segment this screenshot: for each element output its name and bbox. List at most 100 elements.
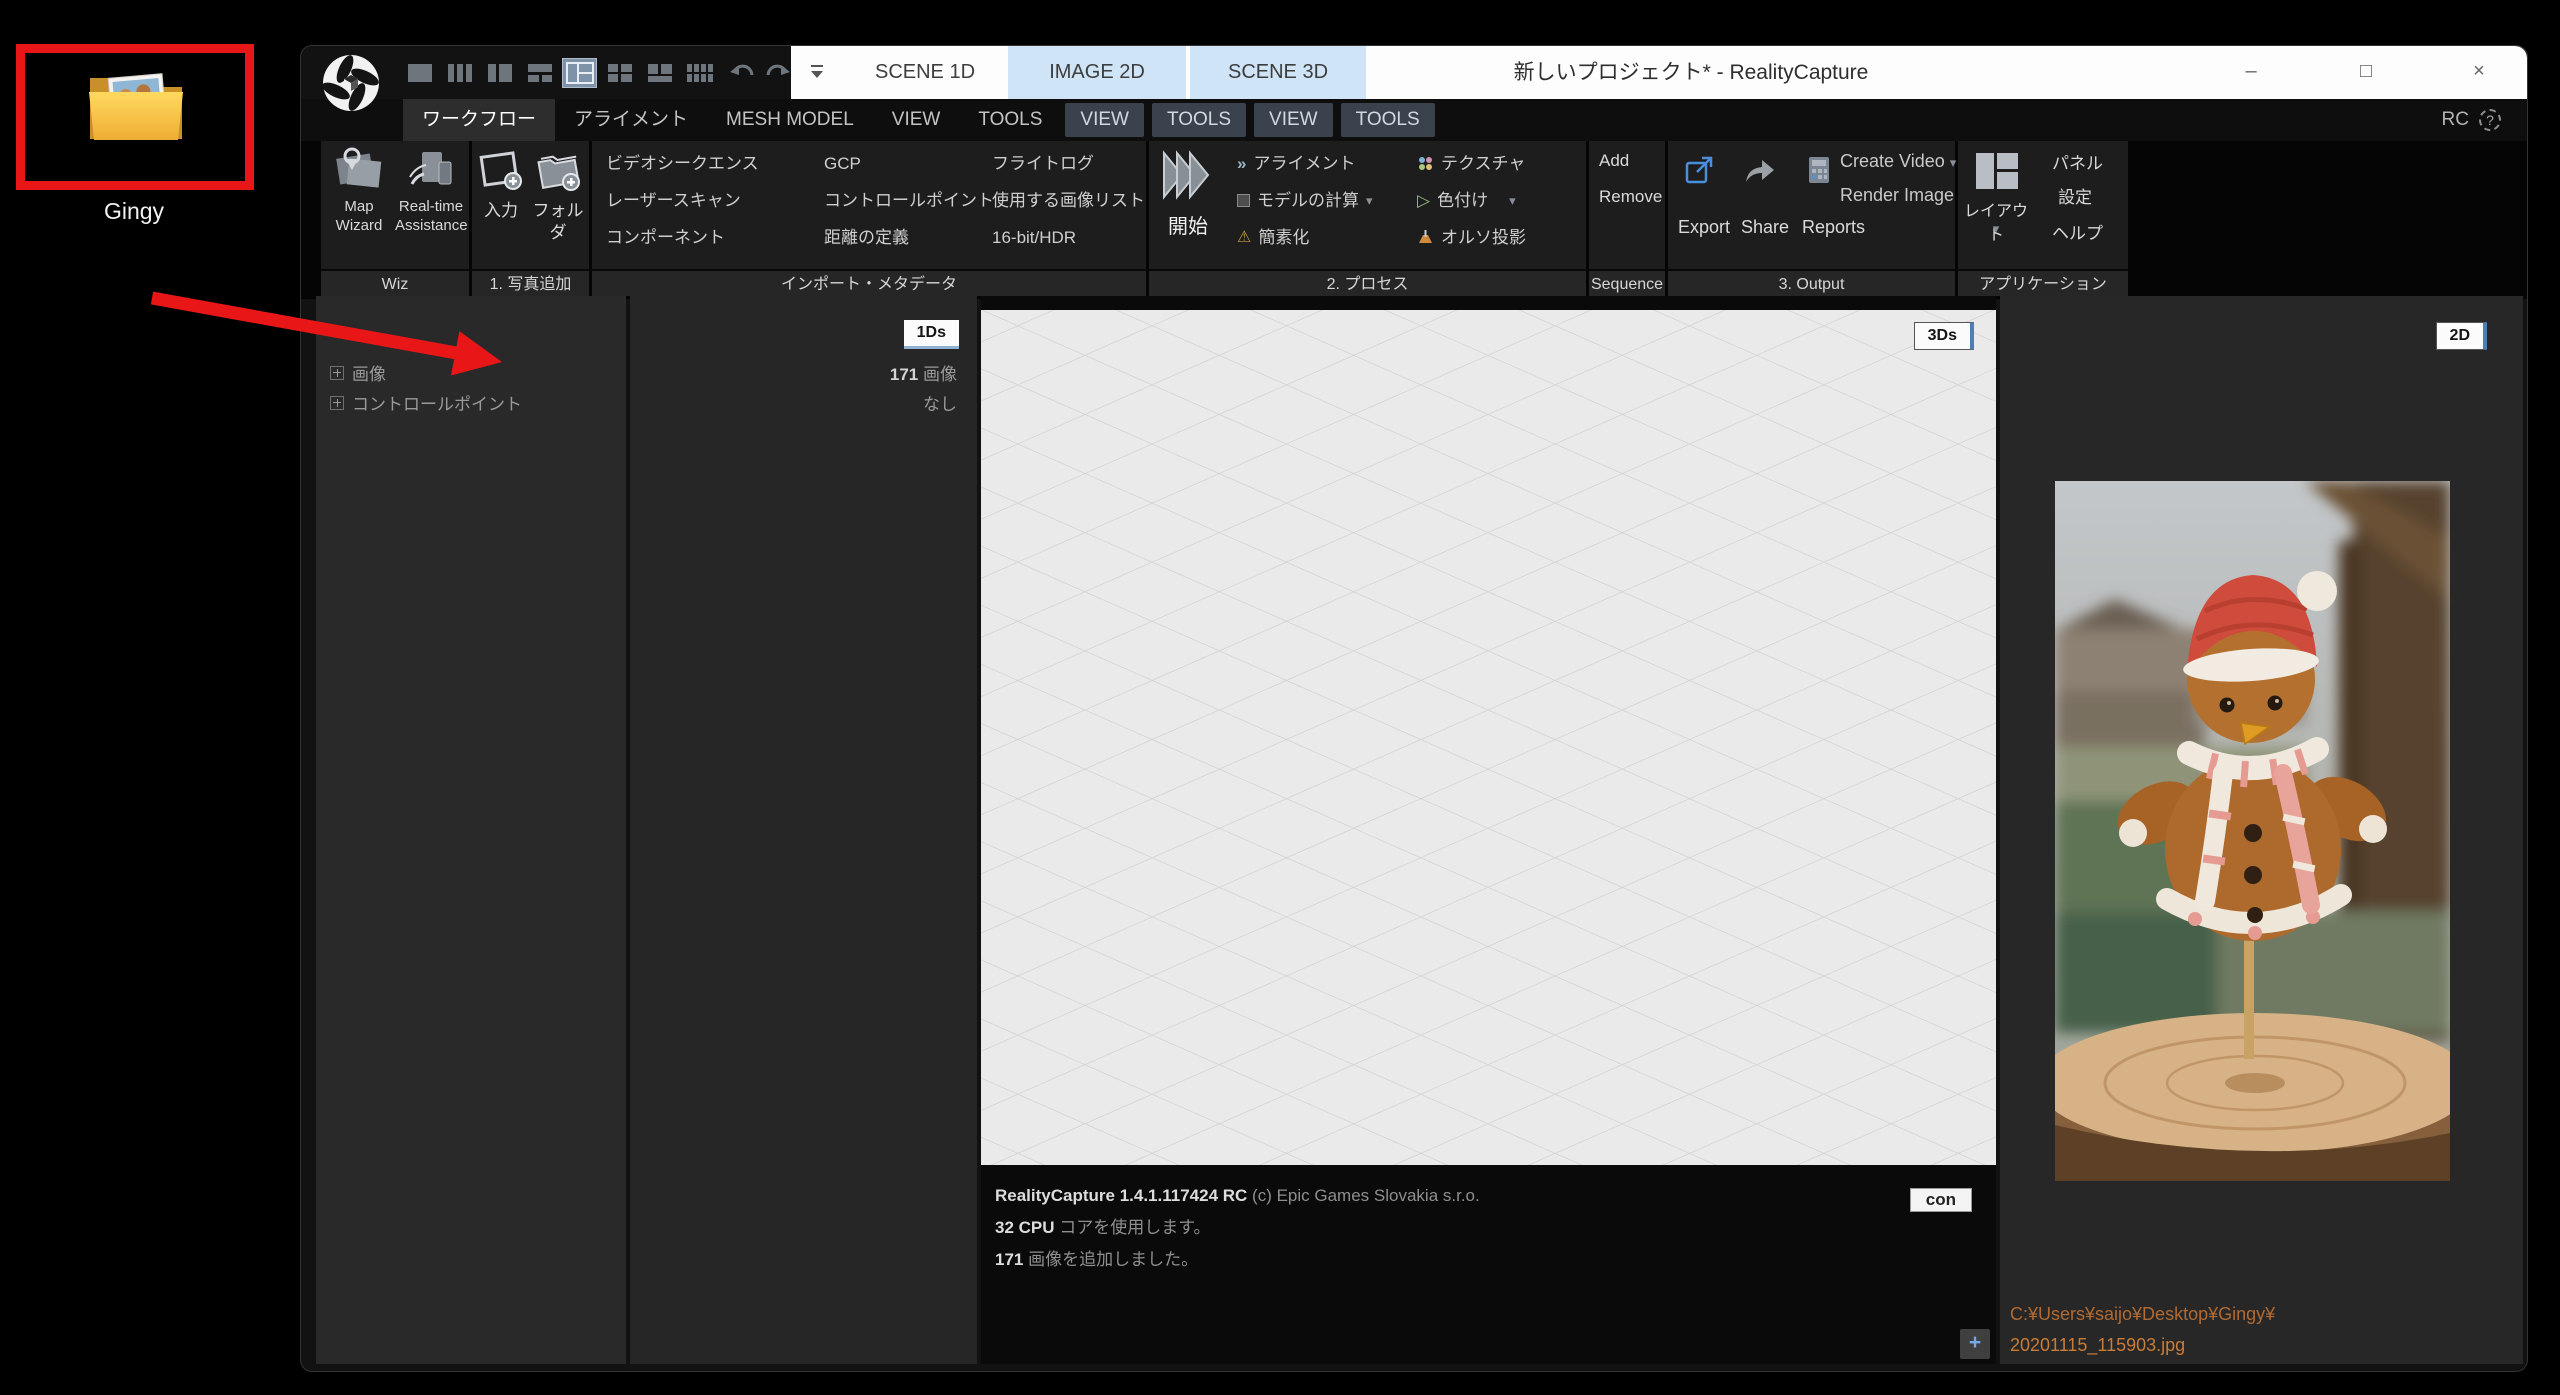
gcp-button[interactable]: GCP [824, 145, 994, 182]
viewport-3d[interactable]: 3Ds [981, 310, 1996, 1165]
add-folder-button[interactable]: フォルダ [529, 149, 587, 244]
video-sequence-button[interactable]: ビデオシークエンス [606, 145, 759, 182]
simplify-button[interactable]: ⚠ 簡素化 [1237, 219, 1373, 256]
console-line: 32 CPU コアを使用します。 [995, 1213, 1886, 1238]
flight-log-button[interactable]: フライトログ [992, 145, 1145, 182]
export-icon[interactable] [1684, 155, 1714, 185]
calculate-model-label: モデルの計算 [1257, 182, 1359, 219]
image-list-panel: 1Ds 171 画像 なし [630, 296, 977, 1364]
layout-preset-strip [403, 59, 796, 87]
layout-button-icon[interactable] [1974, 151, 2020, 191]
map-wizard-icon [334, 146, 384, 192]
render-image-button[interactable]: Render Image [1840, 185, 1954, 206]
layout-two-columns-icon[interactable] [483, 59, 516, 87]
image-list-button[interactable]: 使用する画像リスト [992, 182, 1145, 219]
layout-caret-icon[interactable]: ▾ [1958, 221, 2034, 237]
ribbon-group-sequence: Add Remove Sequence [1589, 141, 1665, 296]
photo-gingerbread[interactable] [2055, 481, 2450, 1181]
start-button[interactable]: 開始 [1157, 147, 1219, 239]
annotation-arrow [140, 280, 530, 395]
layout-one-plus-two-icon-selected[interactable] [563, 59, 596, 87]
close-button[interactable]: × [2449, 46, 2509, 99]
reports-label[interactable]: Reports [1802, 217, 1865, 238]
export-label[interactable]: Export [1678, 217, 1730, 238]
desktop-icon-label[interactable]: Gingy [34, 198, 234, 225]
calculate-model-caret-icon[interactable]: ▾ [1366, 182, 1373, 219]
layout-three-columns-icon[interactable] [443, 59, 476, 87]
ribbon-body: Map Wizard Real-time Assistance Wiz [301, 141, 2527, 299]
create-video-button[interactable]: Create Video ▾ [1840, 151, 1956, 172]
start-icon [1160, 147, 1216, 205]
settings-button[interactable]: 設定 [2058, 183, 2092, 208]
2d-view-badge[interactable]: 2D [2436, 322, 2487, 350]
expand-icon[interactable] [330, 396, 344, 410]
3ds-view-badge[interactable]: 3Ds [1914, 322, 1974, 350]
ortho-projection-button[interactable]: オルソ投影 [1417, 219, 1526, 256]
scene-tree-panel: 画像 コントロールポイント [316, 296, 626, 1364]
calculate-model-button[interactable]: モデルの計算 ▾ [1237, 182, 1373, 219]
layout-two-plus-one-icon[interactable] [643, 59, 676, 87]
1ds-view-badge[interactable]: 1Ds [904, 320, 959, 349]
undo-icon[interactable] [723, 59, 756, 87]
control-points-button[interactable]: コントロールポイント [824, 182, 994, 219]
maximize-button[interactable]: □ [2336, 46, 2396, 99]
ribbon-tab-tools-2d[interactable]: TOOLS [1152, 103, 1246, 137]
ribbon-tab-workflow[interactable]: ワークフロー [403, 99, 555, 141]
ribbon-tab-mesh-model[interactable]: MESH MODEL [707, 99, 873, 141]
16bit-hdr-button[interactable]: 16-bit/HDR [992, 219, 1145, 256]
layout-single-icon[interactable] [403, 59, 436, 87]
texture-icon [1417, 155, 1434, 172]
simplify-warning-icon: ⚠ [1237, 219, 1251, 256]
add-view-button[interactable]: + [1960, 1329, 1990, 1359]
tab-image-2d[interactable]: IMAGE 2D [1008, 46, 1186, 99]
folder-icon[interactable] [86, 62, 186, 144]
console-view-badge[interactable]: con [1910, 1188, 1972, 1212]
share-label[interactable]: Share [1741, 217, 1789, 238]
realtime-assistance-button[interactable]: Real-time Assistance [395, 146, 467, 235]
realtime-assistance-label-2: Assistance [395, 216, 467, 235]
alignment-button[interactable]: » アライメント [1237, 145, 1373, 182]
group-caption-sequence: Sequence [1589, 269, 1665, 296]
reports-icon[interactable] [1806, 155, 1832, 185]
ribbon-tab-alignment[interactable]: アライメント [555, 99, 707, 141]
realitycapture-logo-icon[interactable] [319, 51, 383, 115]
ribbon-group-wiz: Map Wizard Real-time Assistance Wiz [321, 141, 469, 296]
image-path-label[interactable]: C:¥Users¥saijo¥Desktop¥Gingy¥ 20201115_1… [2010, 1299, 2275, 1361]
ribbon-tab-view-1d[interactable]: VIEW [873, 99, 960, 141]
console-line-strong: 171 [995, 1250, 1023, 1269]
sequence-remove-button[interactable]: Remove [1599, 187, 1662, 207]
layout-rows-icon[interactable] [523, 59, 556, 87]
tab-scene-3d[interactable]: SCENE 3D [1190, 46, 1366, 99]
desktop-shortcut-gingy[interactable]: Gingy [0, 0, 300, 300]
console-line-strong: 32 CPU [995, 1218, 1055, 1237]
ribbon-tab-view-3d[interactable]: VIEW [1254, 103, 1333, 137]
map-wizard-button[interactable]: Map Wizard [323, 146, 395, 235]
redo-icon[interactable] [763, 59, 796, 87]
ribbon-tab-view-2d[interactable]: VIEW [1065, 103, 1144, 137]
console-line-rest: 画像を追加しました。 [1023, 1250, 1198, 1269]
viewport-grid [981, 310, 1996, 1165]
sequence-add-button[interactable]: Add [1599, 151, 1629, 171]
help-button[interactable]: ヘルプ [2052, 219, 2103, 244]
ribbon-tab-tools-3d[interactable]: TOOLS [1341, 103, 1435, 137]
laser-scan-button[interactable]: レーザースキャン [606, 182, 759, 219]
colorize-button[interactable]: ▷ 色付け ▾ [1417, 182, 1526, 219]
ribbon-tab-tools-1d[interactable]: TOOLS [959, 99, 1061, 141]
share-icon[interactable] [1742, 155, 1776, 185]
image-path-directory: C:¥Users¥saijo¥Desktop¥Gingy¥ [2010, 1299, 2275, 1330]
collapse-ribbon-icon[interactable] [809, 63, 825, 86]
component-button[interactable]: コンポーネント [606, 219, 759, 256]
image-path-filename[interactable]: 20201115_115903.jpg [2010, 1330, 2275, 1361]
help-icon[interactable]: ? [2479, 109, 2501, 131]
console-line-rest: コアを使用します。 [1055, 1218, 1211, 1237]
console-line-strong: RealityCapture 1.4.1.117424 RC [995, 1186, 1247, 1205]
texture-button[interactable]: テクスチャ [1417, 145, 1526, 182]
minimize-button[interactable]: – [2221, 46, 2281, 99]
define-distance-button[interactable]: 距離の定義 [824, 219, 994, 256]
panel-button[interactable]: パネル [2052, 149, 2103, 174]
tab-scene-1d[interactable]: SCENE 1D [846, 46, 1004, 99]
layout-grid-icon[interactable] [603, 59, 636, 87]
colorize-caret-icon[interactable]: ▾ [1509, 182, 1516, 219]
layout-four-columns-icon[interactable] [683, 59, 716, 87]
add-inputs-button[interactable]: 入力 [475, 149, 527, 222]
